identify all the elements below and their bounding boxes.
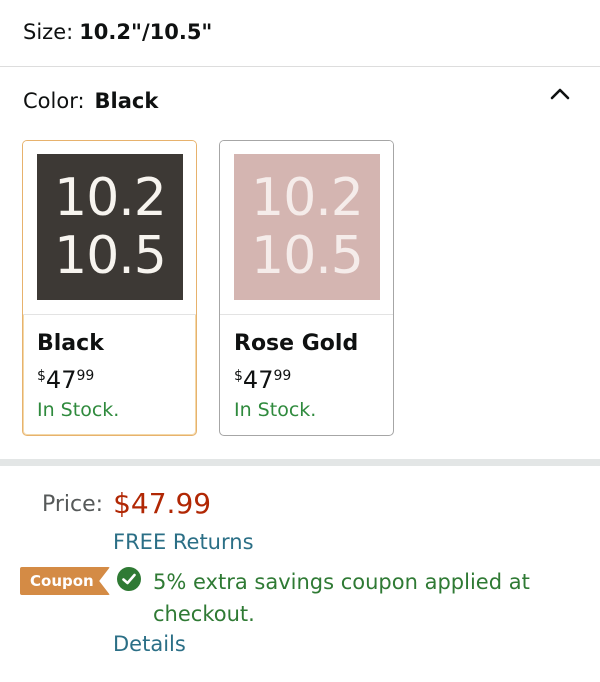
swatch-black[interactable]: 10.2 10.5 Black $4799 In Stock. — [22, 140, 197, 436]
color-label-text: Color: — [23, 89, 85, 113]
tile-line-1: 10.2 — [251, 168, 364, 228]
price-amount: $47.99 — [113, 487, 212, 520]
price-symbol: $ — [37, 368, 46, 384]
size-selector-row[interactable]: Size: 10.2"/10.5" — [0, 0, 600, 67]
swatch-price: $4799 — [37, 366, 94, 394]
size-label: Size: 10.2"/10.5" — [23, 20, 212, 44]
check-circle-icon — [117, 567, 141, 591]
price-row: Price: $47.99 — [42, 487, 211, 520]
price-whole: 47 — [242, 366, 274, 394]
coupon-details-link[interactable]: Details — [113, 632, 186, 656]
swatch-name: Rose Gold — [234, 331, 359, 356]
color-selector-header[interactable]: Color: Black — [0, 67, 600, 137]
free-returns-link[interactable]: FREE Returns — [113, 530, 254, 554]
stock-status: In Stock. — [234, 399, 317, 421]
swatch-image-rose-gold: 10.2 10.5 — [234, 154, 380, 300]
section-divider — [0, 459, 600, 466]
tile-line-2: 10.5 — [251, 226, 364, 286]
color-value: Black — [94, 89, 159, 113]
tile-line-2: 10.5 — [54, 226, 167, 286]
size-value: 10.2"/10.5" — [79, 20, 213, 44]
price-symbol: $ — [234, 368, 243, 384]
swatch-image-frame: 10.2 10.5 — [220, 141, 393, 315]
price-fraction: 99 — [273, 368, 292, 384]
price-label: Price: — [42, 492, 104, 517]
tile-line-1: 10.2 — [54, 168, 167, 228]
swatch-price: $4799 — [234, 366, 291, 394]
price-fraction: 99 — [76, 368, 95, 384]
coupon-badge: Coupon — [20, 567, 110, 595]
chevron-up-icon[interactable] — [545, 80, 575, 110]
swatch-image-frame: 10.2 10.5 — [23, 141, 196, 315]
price-whole: 47 — [45, 366, 77, 394]
swatch-name: Black — [37, 331, 104, 356]
coupon-text: 5% extra savings coupon applied at check… — [153, 570, 530, 626]
stock-status: In Stock. — [37, 399, 120, 421]
swatch-image-black: 10.2 10.5 — [37, 154, 183, 300]
color-label: Color: Black — [23, 89, 158, 113]
swatch-rose-gold[interactable]: 10.2 10.5 Rose Gold $4799 In Stock. — [219, 140, 394, 436]
size-label-text: Size: — [23, 20, 74, 44]
